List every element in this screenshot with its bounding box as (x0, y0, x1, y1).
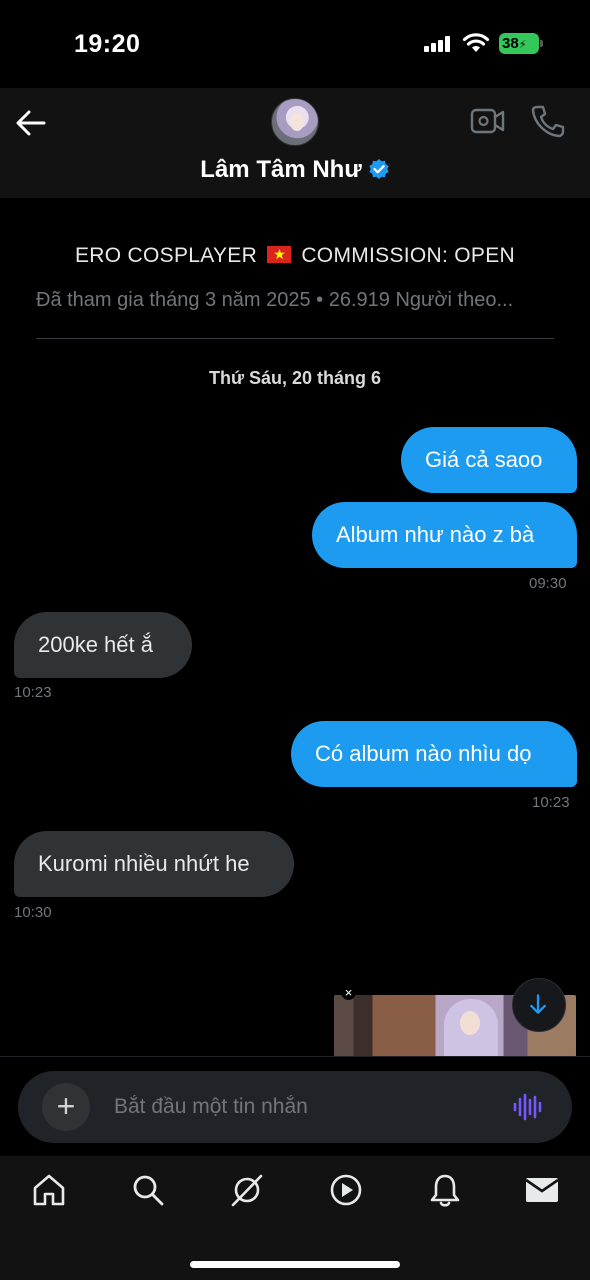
message-bubble-sent[interactable]: Album như nào z bà (312, 502, 577, 568)
video-call-icon[interactable] (470, 106, 506, 136)
voice-message-icon[interactable] (512, 1093, 544, 1121)
battery-level: 38 (502, 35, 519, 52)
status-time: 19:20 (74, 30, 141, 58)
avatar[interactable] (271, 98, 319, 146)
bio-commission: COMMISSION: OPEN (301, 244, 515, 267)
message-bubble-sent[interactable]: Giá cả saoo (401, 427, 577, 493)
message-timestamp: 09:30 (529, 575, 567, 592)
charging-icon: ⚡ (518, 39, 527, 51)
phone-call-icon[interactable] (530, 104, 566, 138)
add-attachment-button[interactable]: + (42, 1083, 90, 1131)
status-bar: 19:20 38⚡ (0, 0, 590, 88)
verified-badge-icon (369, 159, 389, 179)
wifi-icon (462, 33, 490, 52)
date-separator: Thứ Sáu, 20 tháng 6 (208, 368, 382, 388)
composer-area: + (0, 1056, 590, 1156)
vietnam-flag-icon (267, 244, 292, 264)
close-preview-button[interactable]: × (341, 985, 356, 1000)
message-timestamp: 10:23 (532, 794, 570, 811)
bio-text: ERO COSPLAYER (75, 244, 258, 267)
home-icon[interactable] (31, 1172, 67, 1208)
message-bubble-sent[interactable]: Có album nào nhìu dọ (291, 721, 577, 787)
contact-name-row[interactable]: Lâm Tâm Như (0, 156, 590, 184)
divider (36, 338, 554, 339)
profile-bio: ERO COSPLAYER COMMISSION: OPEN (0, 244, 590, 268)
video-icon[interactable] (328, 1172, 364, 1208)
contact-name: Lâm Tâm Như (200, 156, 362, 183)
message-timestamp: 10:30 (14, 904, 52, 921)
back-arrow-icon[interactable] (14, 106, 48, 140)
scroll-to-bottom-button[interactable] (512, 978, 566, 1032)
arrow-down-icon (530, 994, 546, 1014)
profile-meta: Đã tham gia tháng 3 năm 2025 • 26.919 Ng… (36, 289, 514, 311)
search-icon[interactable] (130, 1172, 166, 1208)
messages-icon[interactable] (524, 1172, 560, 1208)
cellular-signal-icon (424, 36, 450, 52)
message-composer: + (18, 1071, 572, 1143)
notifications-icon[interactable] (427, 1172, 463, 1208)
message-timestamp: 10:23 (14, 684, 52, 701)
grok-icon[interactable] (229, 1172, 265, 1208)
message-input[interactable] (114, 1089, 494, 1125)
message-bubble-received[interactable]: 200ke hết ắ (14, 612, 192, 678)
home-indicator (190, 1261, 400, 1268)
battery-indicator: 38⚡ (499, 33, 543, 54)
conversation-header: Lâm Tâm Như (0, 88, 590, 198)
message-bubble-received[interactable]: Kuromi nhiều nhứt he (14, 831, 294, 897)
